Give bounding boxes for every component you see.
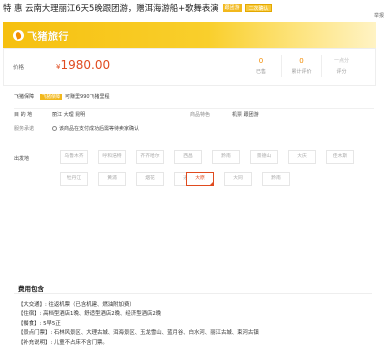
city-option[interactable]: 景德山: [250, 150, 278, 164]
stat-reviews-label: 累计评价: [291, 69, 312, 75]
stat-rating-value: 一点分: [333, 58, 349, 64]
city-option[interactable]: 黔南: [212, 150, 240, 164]
price-amount: 1980.00: [60, 58, 111, 72]
section-divider: [14, 293, 372, 294]
confirm-badge: 二次确认: [245, 4, 272, 12]
mileage-text: 可赚里990飞猪里程: [65, 94, 110, 100]
city-option[interactable]: 西昌: [174, 150, 202, 164]
commitment-label: 服务承诺: [14, 126, 35, 132]
commitment-row: 该商品在支付成功后需等待卖家确认: [52, 125, 139, 132]
price-label: 价格: [13, 65, 25, 71]
info-block: [14, 108, 374, 109]
detail-line: 【餐食】: 5早5正: [18, 320, 61, 327]
stat-sold-value: 0: [258, 57, 264, 65]
destination-label: 目 的 地: [14, 112, 33, 118]
stat-reviews-value: 0: [299, 57, 304, 65]
city-option[interactable]: 牡丹江: [60, 172, 88, 186]
stat-reviews[interactable]: 0 累计评价: [281, 55, 321, 77]
city-option[interactable]: 烟花: [136, 172, 164, 186]
price-value: ¥1980.00: [56, 58, 110, 72]
city-option[interactable]: 大同: [224, 172, 252, 186]
destination-values: 丽江 大理 昆明: [52, 112, 86, 118]
origin-label: 出发地: [14, 156, 30, 162]
city-option[interactable]: 黄浦: [98, 172, 126, 186]
feature-values: 机票 跟团游: [232, 112, 259, 118]
service-label: 飞猪保障: [14, 94, 35, 100]
logo-text: 飞猪旅行: [27, 31, 69, 43]
fliggy-logo-icon: [13, 29, 24, 41]
package-details: 【大交通】: 往返机票（已含机建、燃油附加费） 【住宿】: 高档型酒店1晚、舒适…: [18, 301, 259, 348]
tag-badge: 跟团游: [222, 4, 242, 12]
service-row: 飞猪保障 飞猪保障 可赚里990飞猪里程: [14, 93, 110, 100]
city-option[interactable]: 呼和浩特: [98, 150, 126, 164]
stat-sold-label: 已售: [255, 69, 266, 75]
service-badge: 飞猪保障: [40, 93, 63, 100]
page-title: 特 惠 云南大理丽江6天5晚跟团游，赠洱海游船+歌舞表演: [3, 3, 219, 13]
city-option-selected[interactable]: 大原: [186, 172, 214, 186]
stat-sold: 0 已售: [241, 55, 281, 77]
detail-line: 【住宿】: 高档型酒店1晚、舒适型酒店2晚、经济型酒店2晚: [18, 311, 162, 318]
report-link[interactable]: 举报: [374, 12, 384, 19]
stats-group: 0 已售 0 累计评价 一点分 评分: [241, 55, 361, 77]
stat-rating: 一点分 评分: [321, 55, 361, 77]
city-option[interactable]: 乌鲁木齐: [60, 150, 88, 164]
city-option[interactable]: 黔南: [262, 172, 290, 186]
detail-line: 【大交通】: 往返机票（已含机建、燃油附加费）: [18, 302, 135, 308]
title-row: 特 惠 云南大理丽江6天5晚跟团游，赠洱海游船+歌舞表演 跟团游 二次确认: [3, 1, 385, 15]
detail-line: 【补充说明】: 儿童不占床不含门票。: [18, 339, 108, 346]
commitment-text: 该商品在支付成功后需等待卖家确认: [59, 126, 140, 132]
fliggy-logo[interactable]: 飞猪旅行: [13, 27, 69, 43]
brand-bar: 飞猪旅行: [3, 22, 376, 48]
detail-line: 【景点门票】: 石林风景区、大理古城、洱海景区、玉龙雪山、蓝月谷、白水河、丽江古…: [18, 330, 259, 337]
city-option[interactable]: 佳木斯: [326, 150, 354, 164]
city-option[interactable]: 大庆: [288, 150, 316, 164]
package-title: 费用包含: [18, 285, 44, 293]
feature-label: 商品特色: [190, 112, 211, 118]
price-box: 价格 ¥1980.00 0 已售 0 累计评价 一点分 评分: [3, 48, 376, 86]
check-icon: [52, 126, 57, 131]
city-option[interactable]: 齐齐哈尔: [136, 150, 164, 164]
stat-rating-label: 评分: [336, 69, 347, 75]
